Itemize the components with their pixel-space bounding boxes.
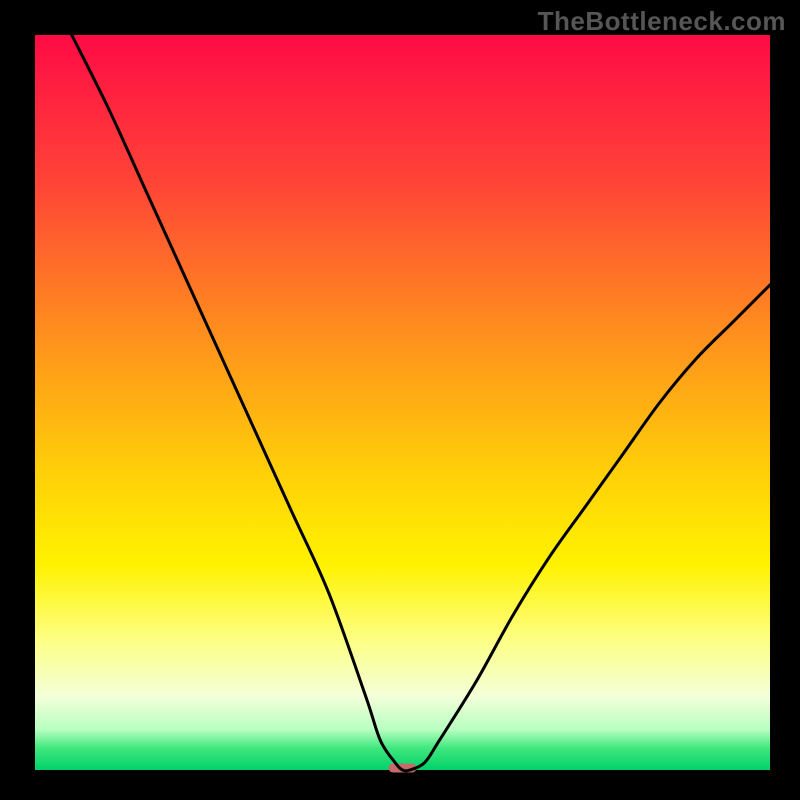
bottleneck-chart bbox=[0, 0, 800, 800]
watermark-text: TheBottleneck.com bbox=[538, 6, 786, 37]
chart-frame: TheBottleneck.com bbox=[0, 0, 800, 800]
